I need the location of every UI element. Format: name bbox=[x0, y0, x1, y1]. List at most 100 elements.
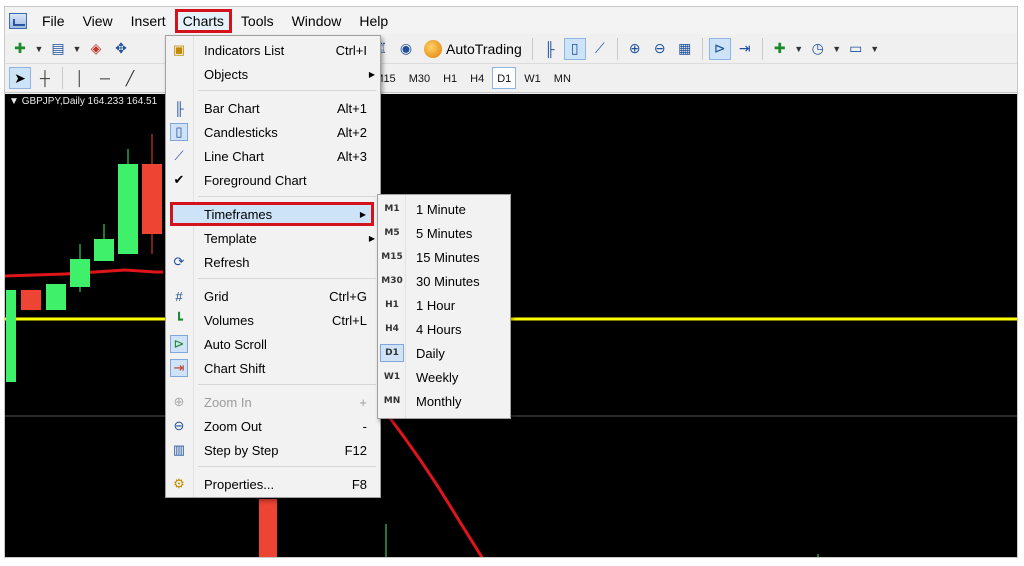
candlesticks-icon[interactable]: ▯ bbox=[563, 37, 586, 60]
menu-item-properties[interactable]: ⚙ Properties... F8 bbox=[166, 472, 380, 496]
menu-insert[interactable]: Insert bbox=[122, 9, 175, 33]
timeframe-item-w1[interactable]: W1 Weekly bbox=[378, 365, 510, 389]
timeframe-d1-button[interactable]: D1 bbox=[492, 67, 517, 89]
menu-window[interactable]: Window bbox=[283, 9, 351, 33]
chevron-down-icon[interactable]: ▼ bbox=[794, 38, 804, 60]
candle bbox=[94, 239, 114, 261]
terminal-window: File View Insert Charts Tools Window Hel… bbox=[4, 6, 1018, 558]
menu-item-volumes[interactable]: ┗ Volumes Ctrl+L bbox=[166, 308, 380, 332]
timeframe-item-d1[interactable]: D1 Daily bbox=[378, 341, 510, 365]
menu-item-foreground-chart[interactable]: ✔ Foreground Chart bbox=[166, 168, 380, 192]
autotrading-icon bbox=[424, 39, 442, 58]
timeframe-item-m15[interactable]: M15 15 Minutes bbox=[378, 245, 510, 269]
menu-item-bar-chart[interactable]: ╟ Bar Chart Alt+1 bbox=[166, 96, 380, 120]
chart-canvas bbox=[5, 134, 1017, 557]
menu-item-zoom-out[interactable]: ⊖ Zoom Out - bbox=[166, 414, 380, 438]
menu-item-grid[interactable]: # Grid Ctrl+G bbox=[166, 284, 380, 308]
menu-item-zoom-in: ⊕ Zoom In + bbox=[166, 390, 380, 414]
menu-view[interactable]: View bbox=[74, 9, 122, 33]
candle bbox=[21, 290, 41, 310]
timeframe-mn-button[interactable]: MN bbox=[549, 67, 576, 89]
candle bbox=[142, 164, 162, 234]
trendline-icon[interactable]: ╱ bbox=[119, 67, 141, 89]
menu-item-candlesticks[interactable]: ▯ Candlesticks Alt+2 bbox=[166, 120, 380, 144]
auto-scroll-icon: ⊳ bbox=[170, 335, 188, 353]
line-chart-icon[interactable]: ⟋ bbox=[589, 38, 611, 60]
cursor-icon[interactable]: ➤ bbox=[9, 67, 31, 89]
chevron-right-icon: ▶ bbox=[368, 69, 375, 79]
step-by-step-icon: ▥ bbox=[172, 442, 186, 457]
bar-chart-icon: ╟ bbox=[174, 100, 184, 116]
crosshair-icon[interactable]: ┼ bbox=[34, 67, 56, 89]
price-chart[interactable]: ▼ GBPJPY,Daily 164.233 164.51 bbox=[5, 94, 1017, 557]
refresh-icon: ⟳ bbox=[173, 254, 185, 269]
candle bbox=[118, 164, 138, 254]
timeframes-submenu: M1 1 Minute M5 5 Minutes M15 15 Minutes … bbox=[377, 194, 511, 419]
chevron-down-icon[interactable]: ▼ bbox=[870, 38, 880, 60]
auto-scroll-icon[interactable]: ⊳ bbox=[708, 37, 731, 60]
candlesticks-icon: ▯ bbox=[170, 123, 188, 141]
candle bbox=[259, 499, 277, 557]
signals-icon[interactable]: ◉ bbox=[395, 38, 417, 60]
crosshair-navigator-icon[interactable]: ✥ bbox=[110, 38, 132, 60]
menu-tools[interactable]: Tools bbox=[232, 9, 283, 33]
chevron-right-icon: ▶ bbox=[368, 233, 375, 243]
timeframe-item-m5[interactable]: M5 5 Minutes bbox=[378, 221, 510, 245]
standard-toolbar: ✚ ▼ ▤ ▼ ◈ ✥ ♖ ◉ AutoTrading ╟ ▯ ⟋ ⊕ ⊖ ▦ … bbox=[5, 34, 1017, 64]
indicators-icon[interactable]: ✚ bbox=[769, 38, 791, 60]
grid-icon: # bbox=[175, 288, 183, 304]
indicator-curve bbox=[385, 413, 484, 557]
chart-symbol-label: ▼ GBPJPY,Daily 164.233 164.51 bbox=[9, 96, 158, 107]
horizontal-line-icon[interactable]: ─ bbox=[94, 67, 116, 89]
menu-item-timeframes[interactable]: Timeframes ▶ bbox=[170, 202, 374, 226]
autotrading-button[interactable]: AutoTrading bbox=[420, 37, 526, 61]
volumes-icon: ┗ bbox=[175, 312, 183, 327]
menu-item-step-by-step[interactable]: ▥ Step by Step F12 bbox=[166, 438, 380, 462]
menu-help[interactable]: Help bbox=[350, 9, 397, 33]
menu-charts[interactable]: Charts bbox=[174, 8, 232, 33]
timeframe-h4-button[interactable]: H4 bbox=[465, 67, 489, 89]
menu-file[interactable]: File bbox=[33, 9, 74, 33]
drawing-toolbar: ➤ ┼ │ ─ ╱ M5 M15 M30 H1 H4 D1 W1 MN bbox=[5, 64, 1017, 93]
timeframe-item-m30[interactable]: M30 30 Minutes bbox=[378, 269, 510, 293]
timeframe-item-h4[interactable]: H4 4 Hours bbox=[378, 317, 510, 341]
chevron-right-icon: ▶ bbox=[359, 209, 366, 219]
menu-item-chart-shift[interactable]: ⇥ Chart Shift bbox=[166, 356, 380, 380]
timeframe-h1-button[interactable]: H1 bbox=[438, 67, 462, 89]
chart-shift-icon: ⇥ bbox=[170, 359, 188, 377]
periods-clock-icon[interactable]: ◷ bbox=[807, 38, 829, 60]
profiles-icon[interactable]: ▤ bbox=[47, 38, 69, 60]
menu-item-template[interactable]: Template ▶ bbox=[166, 226, 380, 250]
properties-icon: ⚙ bbox=[173, 476, 185, 491]
app-icon bbox=[9, 12, 27, 29]
zoom-in-icon[interactable]: ⊕ bbox=[624, 38, 646, 60]
templates-icon[interactable]: ▭ bbox=[845, 38, 867, 60]
menu-item-line-chart[interactable]: ⟋ Line Chart Alt+3 bbox=[166, 144, 380, 168]
timeframe-item-m1[interactable]: M1 1 Minute bbox=[378, 197, 510, 221]
menu-bar: File View Insert Charts Tools Window Hel… bbox=[5, 7, 1017, 34]
vertical-line-icon[interactable]: │ bbox=[69, 67, 91, 89]
zoom-out-icon[interactable]: ⊖ bbox=[649, 38, 671, 60]
zoom-out-icon: ⊖ bbox=[173, 418, 185, 433]
charts-menu: ▣ Indicators List Ctrl+I Objects ▶ ╟ Bar… bbox=[165, 35, 381, 498]
chevron-down-icon[interactable]: ▼ bbox=[34, 38, 44, 60]
market-watch-icon[interactable]: ◈ bbox=[85, 38, 107, 60]
timeframe-m30-button[interactable]: M30 bbox=[404, 67, 435, 89]
menu-item-refresh[interactable]: ⟳ Refresh bbox=[166, 250, 380, 274]
menu-item-auto-scroll[interactable]: ⊳ Auto Scroll bbox=[166, 332, 380, 356]
candle bbox=[46, 284, 66, 310]
timeframe-item-h1[interactable]: H1 1 Hour bbox=[378, 293, 510, 317]
autotrading-label: AutoTrading bbox=[446, 40, 522, 57]
menu-item-indicators-list[interactable]: ▣ Indicators List Ctrl+I bbox=[166, 38, 380, 62]
bar-chart-icon[interactable]: ╟ bbox=[539, 38, 561, 60]
new-chart-icon[interactable]: ✚ bbox=[9, 38, 31, 60]
tile-windows-icon[interactable]: ▦ bbox=[674, 38, 696, 60]
timeframe-item-mn[interactable]: MN Monthly bbox=[378, 389, 510, 413]
menu-item-objects[interactable]: Objects ▶ bbox=[166, 62, 380, 86]
timeframe-w1-button[interactable]: W1 bbox=[519, 67, 546, 89]
zoom-in-icon: ⊕ bbox=[173, 394, 185, 409]
chart-shift-icon[interactable]: ⇥ bbox=[734, 38, 756, 60]
line-chart-icon: ⟋ bbox=[174, 148, 184, 163]
chevron-down-icon[interactable]: ▼ bbox=[72, 38, 82, 60]
chevron-down-icon[interactable]: ▼ bbox=[832, 38, 842, 60]
